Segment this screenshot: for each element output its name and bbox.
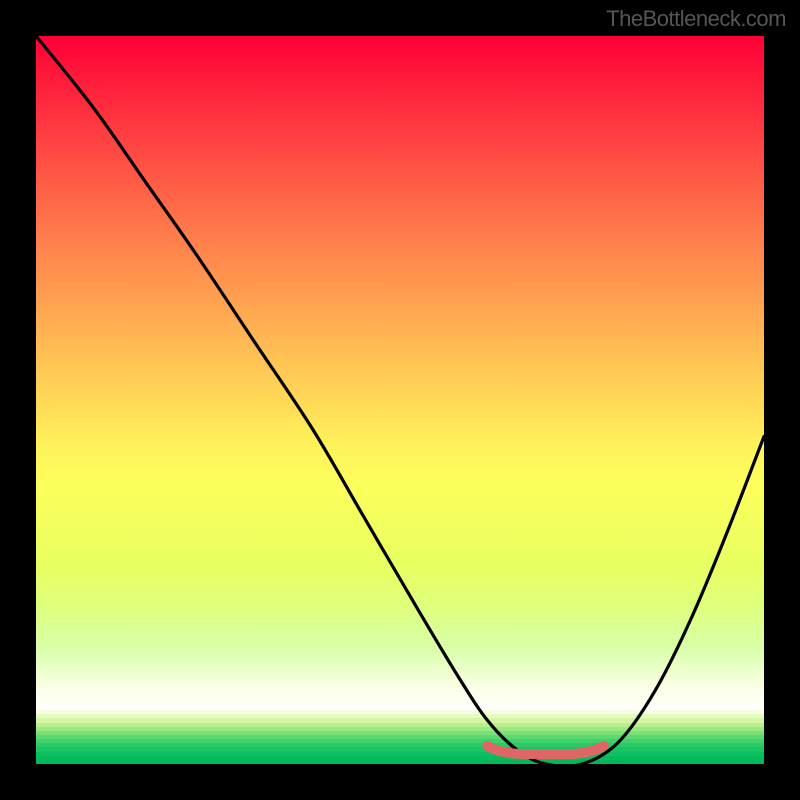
marker-path — [487, 746, 603, 754]
plot-area — [36, 36, 764, 764]
watermark-text: TheBottleneck.com — [606, 6, 786, 32]
chart-container: TheBottleneck.com — [0, 0, 800, 800]
highlight-marker — [36, 36, 764, 764]
